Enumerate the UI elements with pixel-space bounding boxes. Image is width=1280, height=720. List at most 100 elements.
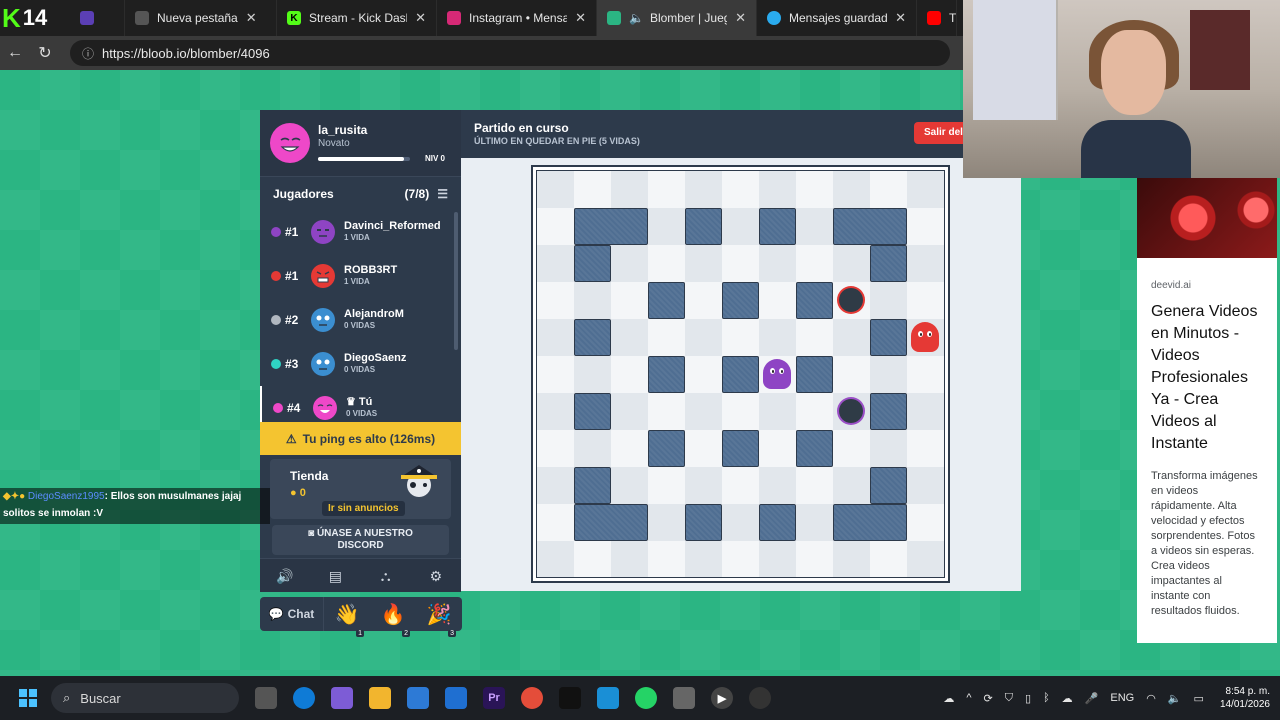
snipping-tool-icon[interactable] [673,687,695,709]
board-tile [648,208,685,245]
rank-label: Novato [318,138,350,149]
wifi-icon[interactable]: ◠ [1146,692,1156,705]
close-icon[interactable]: ✕ [246,10,257,26]
settings-sliders-icon[interactable]: ☰ [437,187,448,201]
outlook-icon[interactable] [445,687,467,709]
bluetooth-icon[interactable]: ᛒ [1043,692,1050,704]
player-row[interactable]: #2 AlejandroM 0 VIDAS [260,298,461,342]
board-tile [870,171,907,208]
fire-emote-button[interactable]: 🔥 2 [370,602,416,637]
capcut-icon[interactable] [559,687,581,709]
player-row[interactable]: #1 Davinci_Reformed 1 VIDA [260,210,461,254]
close-icon[interactable]: ✕ [895,10,906,26]
party-emote-button[interactable]: 🎉 3 [416,602,462,637]
back-arrow-icon[interactable]: ← [0,44,30,62]
wall-block [759,504,796,541]
player-row[interactable]: #1 ROBB3RT 1 VIDA [260,254,461,298]
windows-start-icon[interactable] [19,689,37,707]
close-icon[interactable]: ✕ [735,10,746,26]
shop-card[interactable]: Tienda ● 0 Ir sin anuncios [270,459,451,519]
volume-tray-icon[interactable]: 🔈 [1168,692,1182,705]
wall-block [833,208,907,245]
gear-icon[interactable]: ⚙ [411,559,461,592]
tab-twitch[interactable] [70,0,125,36]
players-header: Jugadores (7/8) ☰ [260,176,461,210]
game-area [461,158,1021,591]
sync-icon[interactable]: ⟳ [984,692,993,705]
weather-icon[interactable]: ☁ [943,692,954,705]
players-scrollbar[interactable] [454,212,458,350]
tab-telegram[interactable]: Mensajes guardados✕ [757,0,917,36]
copilot-icon[interactable] [331,687,353,709]
chevron-up-icon[interactable]: ^ [966,692,971,704]
wall-poster [1190,10,1250,90]
wall-block [870,245,907,282]
photos-icon[interactable] [597,687,619,709]
player-color-dot [271,271,281,281]
task-view-icon[interactable] [255,687,277,709]
reload-icon[interactable]: ↻ [30,43,60,63]
system-tray: ☁ ^ ⟳ ⛉ ▯ ᛒ ☁ 🎤 ENG ◠ 🔈 ▭ 8:54 p. m. 14/… [931,685,1280,711]
tab-youtube[interactable]: T [917,0,957,36]
board-tile [833,541,870,577]
clock[interactable]: 8:54 p. m. 14/01/2026 [1220,685,1270,711]
close-icon[interactable]: ✕ [415,10,426,26]
battery-icon[interactable]: ▭ [1194,692,1204,705]
cloud-icon[interactable]: ☁ [1062,692,1073,705]
obs-icon[interactable] [749,687,771,709]
news-icon[interactable]: ▤ [310,559,360,592]
microphone-icon[interactable]: 🎤 [1085,692,1099,705]
ad-title[interactable]: Genera Videos en Minutos - Videos Profes… [1151,301,1263,455]
media-player-icon[interactable]: ▶ [711,687,733,709]
premiere-icon[interactable]: Pr [483,687,505,709]
volume-icon[interactable]: 🔊 [260,559,310,592]
player-row-self[interactable]: #4 ♛ Tú 0 VIDAS [260,386,461,422]
language-indicator[interactable]: ENG [1110,692,1134,704]
speaker-icon[interactable]: 🔈 [629,11,644,25]
chat-button[interactable]: 💬 Chat [260,597,324,631]
game-board[interactable] [531,165,950,583]
player-color-dot [271,227,281,237]
tab-instagram[interactable]: Instagram • Mensajes✕ [437,0,597,36]
board-tile [537,245,574,282]
taskbar-search[interactable]: ⌕ Buscar [51,683,239,713]
url-field[interactable]: ⓘ https://bloob.io/blomber/4096 [70,40,950,66]
board-tile [574,541,611,577]
board-tile [907,245,944,282]
kick-logo: K 14 [2,2,48,33]
friends-icon[interactable]: ⛬ [361,559,411,592]
coin-balance: ● 0 [290,487,306,499]
advertisement[interactable]: deevid.ai Genera Videos en Minutos - Vid… [1137,178,1277,643]
avatar[interactable] [270,123,310,163]
close-icon[interactable]: ✕ [575,10,586,26]
wall-block [574,393,611,430]
wave-emote-button[interactable]: 👋 1 [324,602,370,637]
player-row[interactable]: #3 DiegoSaenz 0 VIDAS [260,342,461,386]
board-tile [648,245,685,282]
board-tile [759,171,796,208]
board-tile [870,356,907,393]
board-tile [759,245,796,282]
tab-blomber[interactable]: 🔈Blomber | Juega Gratis✕ [597,0,757,36]
discord-button[interactable]: ◙ ÚNASE A NUESTRO DISCORD [272,525,449,555]
file-explorer-icon[interactable] [369,687,391,709]
wall-block [796,282,833,319]
stream-chat-message: ◆✦● DiegoSaenz1995: Ellos son musulmanes… [0,488,270,524]
edge-icon[interactable] [293,687,315,709]
shield-icon[interactable]: ⛉ [1005,692,1013,705]
board-tile [833,356,870,393]
wall-block [648,430,685,467]
wall-block [870,393,907,430]
usb-icon[interactable]: ▯ [1025,692,1031,705]
store-icon[interactable] [407,687,429,709]
whatsapp-icon[interactable] [635,687,657,709]
coin-icon: ● [290,487,297,499]
tab-kick-dashboard[interactable]: KStream - Kick Dashboard✕ [277,0,437,36]
site-info-icon[interactable]: ⓘ [82,45,94,62]
chrome-icon[interactable] [521,687,543,709]
chat-text-continued: solitos se inmolan :V [3,508,104,519]
players-list[interactable]: #1 Davinci_Reformed 1 VIDA #1 ROBB3RT 1 VI… [260,210,461,422]
tab-new[interactable]: Nueva pestaña ✕ [125,0,277,36]
no-ads-button[interactable]: Ir sin anuncios [322,501,405,516]
ad-image[interactable] [1137,178,1277,258]
